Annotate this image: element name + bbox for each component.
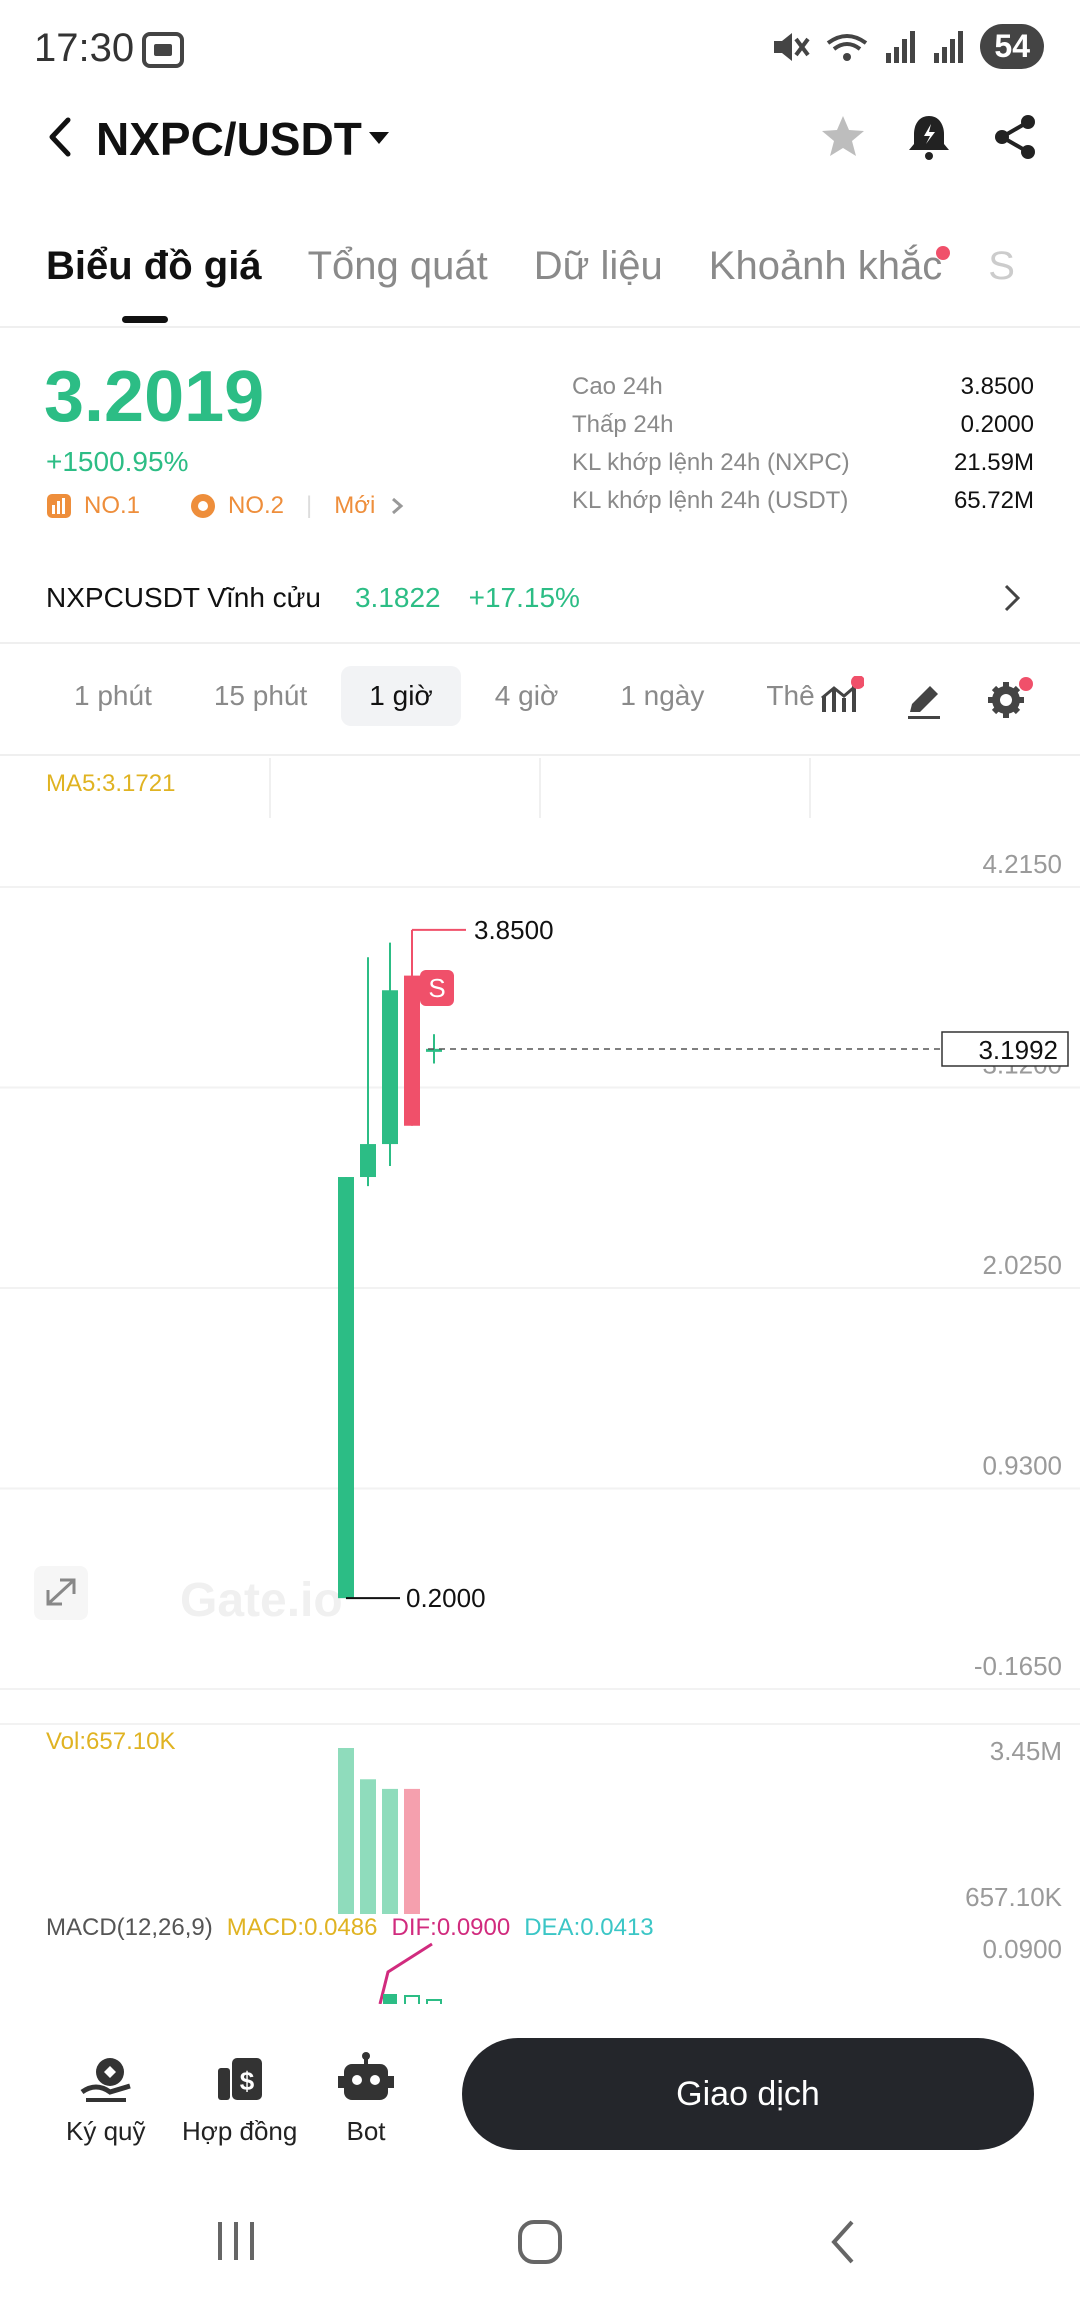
price-chart[interactable]: 4.21503.12002.02500.9300-0.1650Gate.io3.… [0,758,1080,2008]
home-icon[interactable] [516,2218,564,2266]
price-alert-bell-icon[interactable] [904,112,954,162]
perpetual-label: NXPCUSDT Vĩnh cửu [46,582,321,613]
tab-price-chart[interactable]: Biểu đồ giá [46,244,262,289]
candle-body [338,1177,354,1599]
interval-1d[interactable]: 1 ngày [592,666,732,726]
signal-icon [886,30,916,63]
high-price-label: 3.8500 [474,915,554,945]
tab-data[interactable]: Dữ liệu [534,244,663,289]
interval-4h[interactable]: 4 giờ [467,666,587,726]
trade-button[interactable]: Giao dịch [462,2038,1034,2150]
back-arrow-icon[interactable] [42,112,78,162]
price-axis-label: 2.0250 [982,1250,1062,1280]
perpetual-price: 3.1822 [354,582,441,613]
recent-apps-icon[interactable] [214,2218,260,2264]
volume-legend: Vol:657.10K [46,1728,176,1755]
divider [0,642,1080,644]
futures-icon: $ [217,2058,262,2100]
back-nav-icon[interactable] [826,2218,862,2266]
new-label: Mới [334,492,376,519]
price-axis-label: -0.1650 [974,1651,1062,1681]
mute-icon [774,32,811,61]
perpetual-row[interactable]: NXPCUSDT Vĩnh cửu 3.1822 +17.15% [46,582,580,614]
svg-text:$: $ [239,2066,254,2096]
status-icons: 54 [770,24,1044,69]
sell-signal-letter: S [428,973,445,1003]
bot-label: Bot [346,2116,386,2146]
signal-icon-2 [934,30,964,63]
margin-label: Ký quỹ [66,2116,146,2146]
tab-overview[interactable]: Tổng quát [308,244,488,289]
macd-legend: MACD(12,26,9) MACD:0.0486 DIF:0.0900 DEA… [46,1914,654,1942]
volume-bar [360,1779,376,1914]
last-price: 3.2019 [44,357,265,437]
status-time: 17:30 [34,26,135,70]
dif-value: DIF:0.0900 [391,1914,511,1941]
chart-rank-icon [47,494,71,518]
wifi-icon [827,33,868,61]
share-icon[interactable] [990,112,1040,162]
draw-pencil-icon[interactable] [902,678,946,722]
bot-robot-icon [338,2052,394,2100]
candle-body [382,990,398,1145]
divider [0,754,1080,756]
battery-indicator: 54 [980,24,1044,69]
candle-body [404,975,420,1126]
stat-high: Cao 24h 3.8500 [572,373,1034,400]
interval-1m[interactable]: 1 phút [46,666,180,726]
margin-button[interactable]: Ký quỹ [66,2052,146,2147]
macd-value: MACD:0.0486 [226,1914,378,1941]
rank-row[interactable]: NO.1 NO.2 | Mới [46,492,407,520]
volume-axis-label: 3.45M [990,1736,1062,1766]
ma-legend: MA5:3.1721 [46,770,176,797]
active-tab-indicator [122,316,168,323]
volume-bar [404,1788,420,1914]
macd-name: MACD(12,26,9) [46,1914,213,1941]
interval-selector: 1 phút 15 phút 1 giờ 4 giờ 1 ngày Thê [46,666,821,726]
pair-title[interactable]: NXPC/USDT [96,112,362,166]
chevron-down-icon[interactable] [367,130,391,148]
volume-axis-label: 657.10K [965,1882,1063,1912]
rank-2-label: NO.2 [228,492,285,519]
dea-value: DEA:0.0413 [524,1914,654,1941]
macd-axis-label: 0.0900 [982,1934,1062,1964]
chevron-right-icon[interactable] [1000,580,1024,616]
stat-volume-quote: KL khớp lệnh 24h (USDT) 65.72M [572,487,1034,514]
chevron-right-icon [392,497,404,515]
divider [0,326,1080,328]
tab-moments[interactable]: Khoảnh khắc [709,244,943,289]
margin-icon [80,2058,131,2102]
stat-low: Thấp 24h 0.2000 [572,411,1034,438]
volume-bar [338,1748,354,1914]
tab-more[interactable]: S [988,244,1015,289]
indicator-icon[interactable] [818,676,864,722]
candle-body [360,1144,376,1178]
bot-button[interactable]: Bot [338,2052,394,2147]
interval-15m[interactable]: 15 phút [186,666,335,726]
screenshot-icon [142,32,184,68]
settings-gear-icon[interactable] [986,676,1034,722]
star-icon[interactable] [818,112,868,162]
futures-button[interactable]: $ Hợp đồng [182,2052,297,2147]
tab-notification-dot [936,246,950,260]
perpetual-change: +17.15% [468,582,580,613]
rank-1-label: NO.1 [84,492,141,519]
fire-rank-icon [191,494,216,518]
current-price-label: 3.1992 [978,1035,1058,1065]
price-axis-label: 4.2150 [982,849,1062,879]
interval-1h[interactable]: 1 giờ [341,666,461,726]
watermark-text: Gate.io [180,1574,343,1627]
tab-bar: Biểu đồ giá Tổng quát Dữ liệu Khoảnh khắ… [46,244,1015,289]
volume-bar [382,1788,398,1914]
price-change-percent: +1500.95% [46,446,189,477]
interval-more[interactable]: Thê [738,666,814,726]
stat-volume-base: KL khớp lệnh 24h (NXPC) 21.59M [572,449,1034,476]
futures-label: Hợp đồng [182,2116,298,2146]
low-price-label: 0.2000 [406,1583,486,1613]
price-axis-label: 0.9300 [982,1451,1062,1481]
stats-panel: Cao 24h 3.8500 Thấp 24h 0.2000 KL khớp lện… [572,368,1034,520]
